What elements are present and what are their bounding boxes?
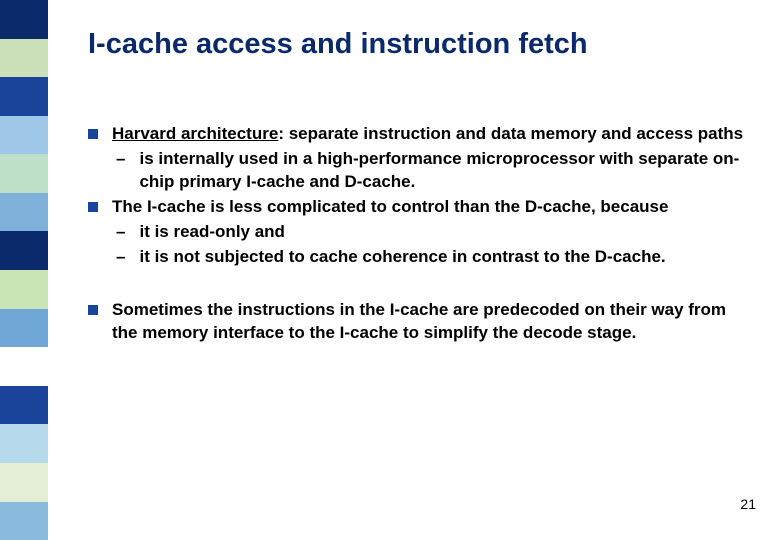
square-bullet-icon: [88, 129, 98, 139]
underlined-term: Harvard architecture: [112, 124, 278, 143]
bullet-text: Sometimes the instructions in the I-cach…: [112, 299, 750, 345]
bullet-item: The I-cache is less complicated to contr…: [88, 196, 750, 219]
sub-bullet-text: it is read-only and: [139, 221, 750, 244]
sub-bullet-item: – it is not subjected to cache coherence…: [88, 246, 750, 269]
sub-bullet-text: it is not subjected to cache coherence i…: [139, 246, 750, 269]
sub-bullet-item: – is internally used in a high-performan…: [88, 148, 750, 194]
sub-bullet-item: – it is read-only and: [88, 221, 750, 244]
bullet-text: Harvard architecture: separate instructi…: [112, 123, 750, 146]
decorative-sidebar: [0, 0, 48, 540]
bullet-item: Sometimes the instructions in the I-cach…: [88, 299, 750, 345]
slide-content: I-cache access and instruction fetch Har…: [88, 28, 750, 347]
square-bullet-icon: [88, 202, 98, 212]
bullet-rest: : separate instruction and data memory a…: [278, 124, 743, 143]
dash-bullet-icon: –: [116, 221, 125, 244]
bullet-list: Harvard architecture: separate instructi…: [88, 123, 750, 345]
page-number: 21: [740, 496, 756, 512]
slide-title: I-cache access and instruction fetch: [88, 28, 750, 61]
bullet-item: Harvard architecture: separate instructi…: [88, 123, 750, 146]
square-bullet-icon: [88, 305, 98, 315]
dash-bullet-icon: –: [116, 148, 125, 171]
bullet-text: The I-cache is less complicated to contr…: [112, 196, 750, 219]
sub-bullet-text: is internally used in a high-performance…: [139, 148, 750, 194]
dash-bullet-icon: –: [116, 246, 125, 269]
